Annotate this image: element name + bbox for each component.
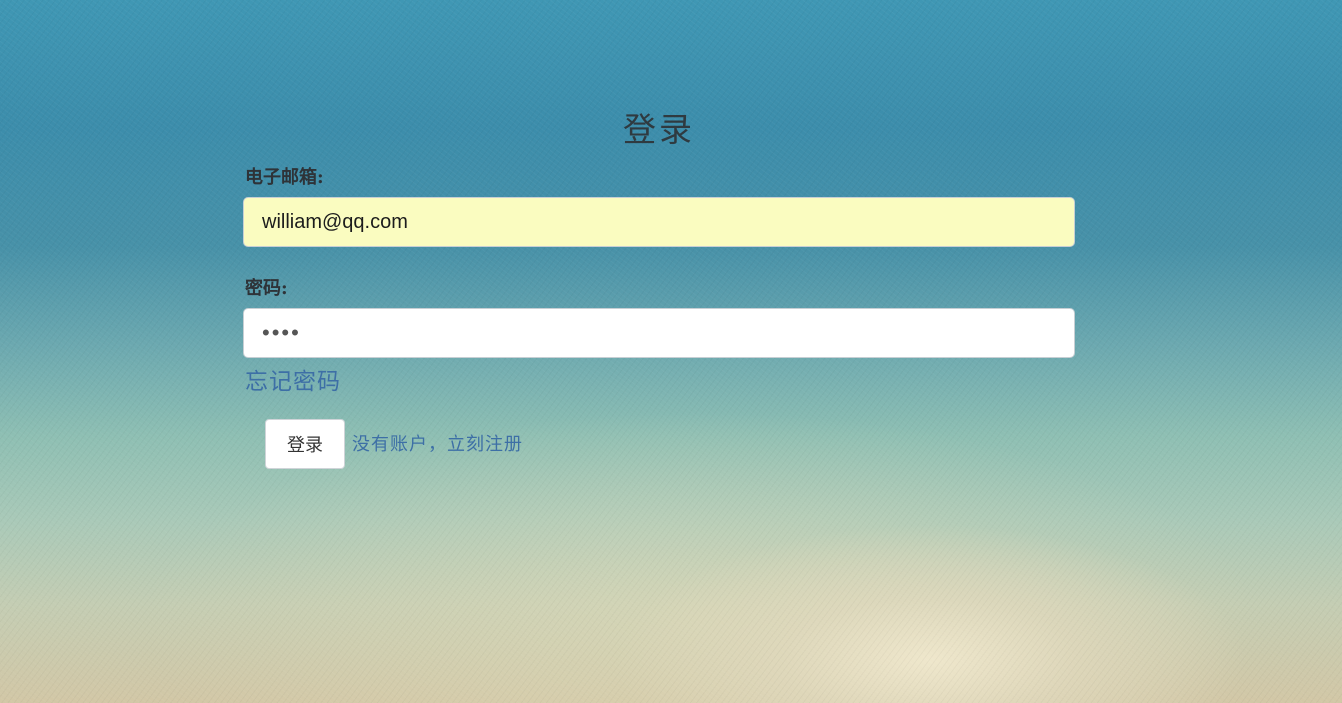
password-field[interactable] <box>243 308 1075 358</box>
email-label: 电子邮箱: <box>245 167 324 188</box>
register-link[interactable]: 没有账户，立刻注册 <box>352 430 523 456</box>
password-label: 密码: <box>245 278 288 299</box>
page-title: 登录 <box>623 110 695 149</box>
email-field[interactable] <box>243 197 1075 247</box>
login-button[interactable]: 登录 <box>265 419 345 469</box>
forgot-password-link[interactable]: 忘记密码 <box>245 362 341 396</box>
